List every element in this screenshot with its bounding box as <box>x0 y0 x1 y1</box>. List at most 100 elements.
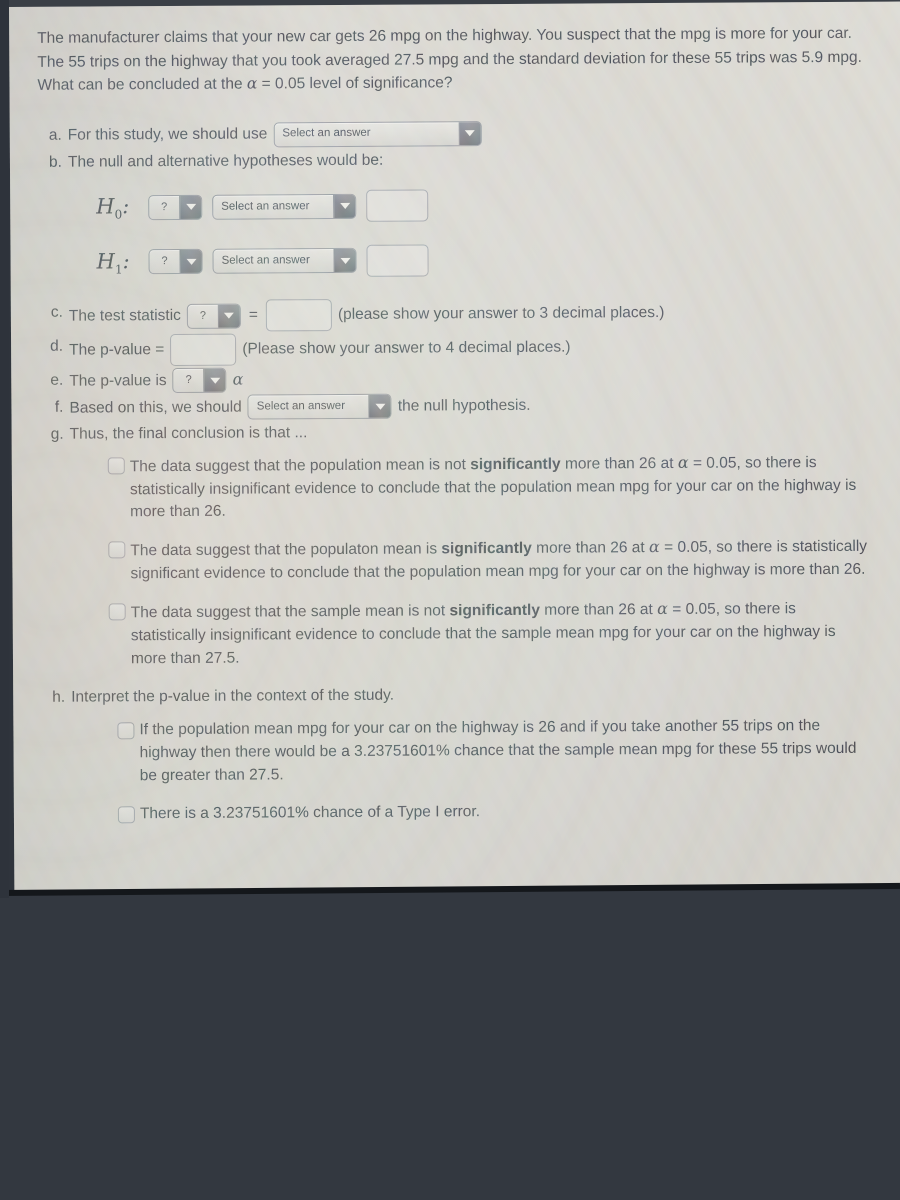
part-b-marker: b. <box>48 153 62 171</box>
h1-parameter-select[interactable]: ? <box>148 249 203 275</box>
part-f-select[interactable]: Select an answer <box>247 393 392 420</box>
alpha-symbol: α <box>677 452 689 472</box>
option-text: If the population mean mpg for your car … <box>139 716 857 784</box>
chevron-down-icon <box>217 304 240 328</box>
option-text-seg2: more than 26 at <box>531 539 650 558</box>
chevron-down-icon <box>333 249 356 273</box>
part-g-label: Thus, the final conclusion is that ... <box>69 424 308 443</box>
monitor-bezel-bottom <box>0 890 900 1200</box>
photographed-screen: The manufacturer claims that your new ca… <box>0 0 900 1200</box>
h1-comparison-select[interactable]: Select an answer <box>212 248 357 275</box>
p-value-input[interactable] <box>170 333 237 367</box>
part-e-marker: e. <box>50 371 64 389</box>
h0-parameter-value: ? <box>161 201 168 214</box>
checkbox-icon[interactable] <box>108 603 126 621</box>
test-statistic-select[interactable]: ? <box>186 303 241 329</box>
part-g-marker: g. <box>50 425 64 443</box>
part-h-label: Interpret the p-value in the context of … <box>71 686 395 706</box>
part-a-marker: a. <box>48 126 62 144</box>
option-text-bold: significantly <box>470 455 561 473</box>
option-row[interactable]: If the population mean mpg for your car … <box>117 714 877 787</box>
h1-comparison-value: Select an answer <box>221 254 310 267</box>
option-text-seg1: The data suggest that the population mea… <box>129 455 471 475</box>
h1-value-input[interactable] <box>366 244 429 277</box>
null-hypothesis-row: H0: ? Select an answer <box>96 187 877 224</box>
part-f-suffix: the null hypothesis. <box>397 396 531 415</box>
h0-comparison-value: Select an answer <box>221 199 310 213</box>
option-row[interactable]: The data suggest that the population mea… <box>107 449 868 524</box>
h0-comparison-select[interactable]: Select an answer <box>212 193 357 220</box>
alpha-symbol: α <box>246 74 258 93</box>
alternative-hypothesis-row: H1: ? Select an answer <box>96 241 877 278</box>
chevron-down-icon <box>368 394 391 418</box>
test-statistic-value: ? <box>199 309 206 322</box>
part-g-options: The data suggest that the population mea… <box>107 449 880 671</box>
part-g: g. Thus, the final conclusion is that ..… <box>40 418 881 672</box>
browser-screen: The manufacturer claims that your new ca… <box>9 1 900 893</box>
part-f-marker: f. <box>54 398 64 416</box>
h1-subscript: 1 <box>114 262 123 277</box>
part-h-options: If the population mean mpg for your car … <box>117 714 881 826</box>
part-e-label: The p-value is <box>69 371 167 390</box>
h1-letter: H <box>96 248 115 274</box>
chevron-down-icon <box>179 250 202 274</box>
parts-list: a. For this study, we should use Select … <box>38 118 881 827</box>
checkbox-icon[interactable] <box>108 541 126 559</box>
alpha-symbol: α <box>657 599 668 619</box>
option-text-seg2: more than 26 at <box>560 454 678 473</box>
part-d-label: The p-value = <box>69 341 165 359</box>
equals-sign: = <box>248 306 258 324</box>
part-h: h. Interpret the p-value in the context … <box>41 681 881 827</box>
h0-subscript: 0 <box>114 207 123 222</box>
hypotheses-block: H0: ? Select an answer H1: ? Select an a… <box>96 187 878 279</box>
checkbox-icon[interactable] <box>107 456 125 474</box>
h0-value-input[interactable] <box>366 189 429 223</box>
checkbox-icon[interactable] <box>117 721 135 739</box>
part-f-select-value: Select an answer <box>256 399 346 413</box>
part-b-label: The null and alternative hypotheses woul… <box>67 151 384 171</box>
question-prompt: The manufacturer claims that your new ca… <box>37 22 862 98</box>
h0-letter: H <box>96 194 115 219</box>
option-row[interactable]: There is a 3.23751601% chance of a Type … <box>117 799 878 827</box>
part-d-hint: (Please show your answer to 4 decimal pl… <box>242 338 571 358</box>
h1-colon: : <box>122 248 130 273</box>
option-text: The data suggest that the sample mean is… <box>131 596 869 671</box>
part-h-marker: h. <box>52 688 66 706</box>
chevron-down-icon <box>203 368 226 392</box>
test-statistic-input[interactable] <box>265 299 333 332</box>
option-text: The data suggest that the populaton mean… <box>130 534 868 586</box>
option-row[interactable]: The data suggest that the populaton mean… <box>108 534 868 587</box>
prompt-text-part2: = 0.05 level of significance? <box>257 74 453 93</box>
option-text: The data suggest that the population mea… <box>130 449 868 524</box>
part-c: c. The test statistic ? = (please show y… <box>39 296 878 333</box>
part-e: e. The p-value is ? α <box>39 364 878 394</box>
option-text-seg1: The data suggest that the sample mean is… <box>130 602 450 622</box>
part-c-marker: c. <box>50 303 63 321</box>
part-d: d. The p-value = (Please show your answe… <box>39 330 878 367</box>
chevron-down-icon <box>179 195 202 219</box>
h1-parameter-value: ? <box>161 255 168 268</box>
part-b: b. The null and alternative hypotheses w… <box>38 145 878 279</box>
part-f-label: Based on this, we should <box>69 398 242 417</box>
chevron-down-icon <box>458 121 481 145</box>
h0-parameter-select[interactable]: ? <box>148 194 203 221</box>
option-text: There is a 3.23751601% chance of a Type … <box>139 803 481 823</box>
part-a-select[interactable]: Select an answer <box>273 120 482 148</box>
part-a-select-value: Select an answer <box>282 127 371 140</box>
part-d-marker: d. <box>50 337 64 355</box>
alpha-symbol: α <box>232 369 244 390</box>
option-text-seg2: more than 26 at <box>539 601 658 620</box>
h0-label: H0: <box>96 191 138 224</box>
p-value-comparison-value: ? <box>185 374 192 387</box>
h0-colon: : <box>122 194 130 219</box>
option-text-seg1: The data suggest that the populaton mean… <box>130 540 442 560</box>
alpha-symbol: α <box>648 537 660 557</box>
quiz-document: The manufacturer claims that your new ca… <box>9 2 900 828</box>
p-value-comparison-select[interactable]: ? <box>172 367 227 394</box>
chevron-down-icon <box>333 194 356 218</box>
checkbox-icon[interactable] <box>117 806 135 824</box>
option-row[interactable]: The data suggest that the sample mean is… <box>108 596 869 671</box>
part-c-label: The test statistic <box>68 307 181 325</box>
h1-label: H1: <box>96 246 138 279</box>
option-text-bold: significantly <box>441 540 532 558</box>
